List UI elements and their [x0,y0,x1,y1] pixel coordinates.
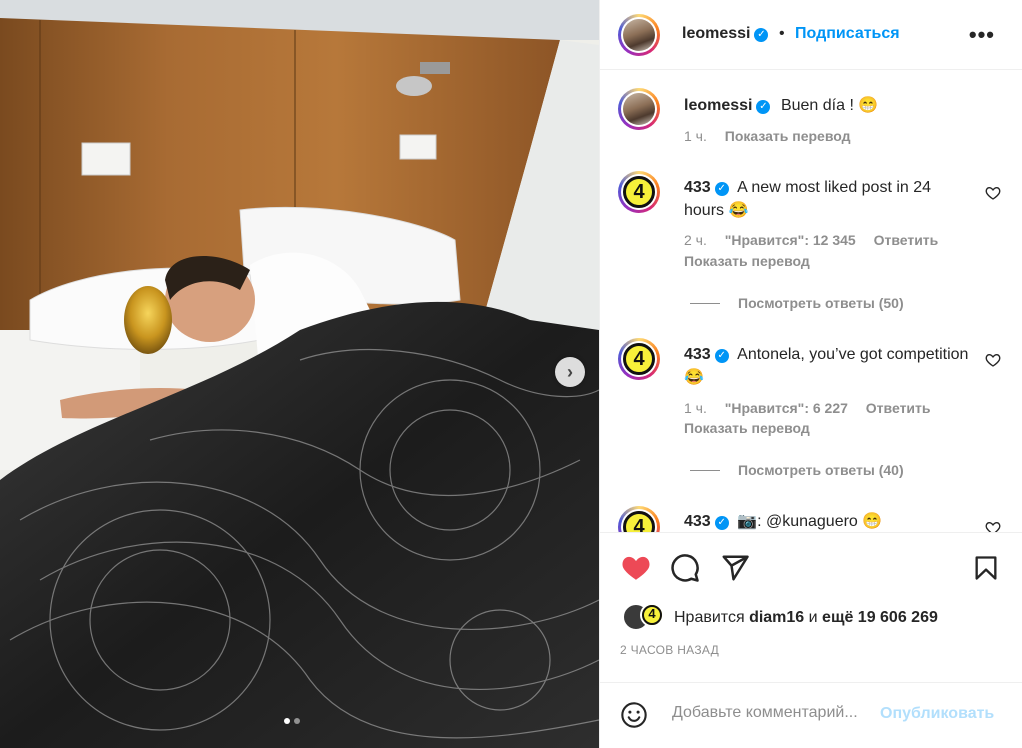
like-heart-icon[interactable] [620,553,652,581]
post-photo[interactable]: › [0,0,599,748]
comment: 433 ✓ Antonela, you’ve got competition 😂 [684,343,969,389]
comment: 433 ✓ 📷: @kunaguero 😁 [684,510,969,532]
comment-icon[interactable] [670,553,700,583]
view-replies-label: Посмотреть ответы (40) [738,462,904,478]
caption: leomessi ✓ Buen día ! 😁 [684,94,969,117]
carousel-dot [294,718,300,724]
comment-avatar[interactable]: 4 [618,506,660,532]
liker-username[interactable]: diam16 [749,609,804,626]
comment-reply-button[interactable]: Ответить [874,232,939,248]
comment-like-heart-icon[interactable] [985,185,1001,201]
comment-time: 1 ч. [684,400,707,416]
comment-likes-count[interactable]: "Нравится": 6 227 [725,400,848,416]
separator-dot: • [778,25,785,42]
comment-time: 2 ч. [684,232,707,248]
comment-translate-button[interactable]: Показать перевод [684,420,810,436]
author-line: leomessi ✓ • Подписаться [682,25,900,43]
liker-avatar[interactable]: 4 [640,603,664,627]
comment-text: 📷: @kunaguero 😁 [737,513,883,530]
post-header: leomessi ✓ • Подписаться ••• [600,0,1022,70]
view-replies-button[interactable]: Посмотреть ответы (50) [690,295,904,311]
post-actions: 4 Нравится diam16 и ещё 19 606 269 2 ЧАС… [600,532,1022,682]
comment-author[interactable]: 433 [684,179,711,196]
likes-and: и [808,609,818,626]
add-comment-bar: Опубликовать [600,682,1022,748]
verified-badge-icon: ✓ [714,349,729,363]
more-options-icon[interactable]: ••• [969,22,995,48]
comment-author[interactable]: 433 [684,513,711,530]
share-send-icon[interactable] [720,553,750,583]
caption-text: Buen día ! 😁 [780,97,879,114]
post-side-panel: leomessi ✓ • Подписаться ••• leomessi ✓ Bu… [599,0,1022,748]
comment-like-heart-icon[interactable] [985,352,1001,368]
comment-avatar[interactable]: 4 [618,171,660,213]
comment-author[interactable]: 433 [684,346,711,363]
caption-translate-button[interactable]: Показать перевод [725,128,851,144]
publish-button[interactable]: Опубликовать [880,705,994,723]
sleeping-player-photo [0,0,599,748]
caption-author[interactable]: leomessi [684,97,752,114]
verified-badge-icon: ✓ [714,182,729,196]
caption-meta: 1 ч. Показать перевод [684,128,851,144]
verified-badge-icon: ✓ [756,100,771,114]
post-timestamp[interactable]: 2 ЧАСОВ НАЗАД [620,643,719,657]
comment-likes-count[interactable]: "Нравится": 12 345 [725,232,856,248]
comments-list[interactable]: leomessi ✓ Buen día ! 😁 1 ч. Показать пер… [600,70,1022,532]
comment-reply-button[interactable]: Ответить [866,400,931,416]
likes-prefix: Нравится [674,609,745,626]
likes-summary: Нравится diam16 и ещё 19 606 269 [674,609,938,627]
replies-line [690,303,720,304]
comment: 433 ✓ A new most liked post in 24 hours 😂 [684,176,969,222]
caption-time: 1 ч. [684,128,707,144]
save-bookmark-icon[interactable] [972,553,1000,583]
author-avatar[interactable] [618,14,660,56]
likes-count-button[interactable]: ещё 19 606 269 [822,609,938,626]
verified-badge-icon: ✓ [714,516,729,530]
comment-meta: 2 ч. "Нравится": 12 345 Ответить [684,232,938,248]
carousel-dot-active [284,718,290,724]
follow-button[interactable]: Подписаться [795,25,900,42]
verified-badge-icon: ✓ [754,28,769,42]
view-replies-button[interactable]: Посмотреть ответы (40) [690,462,904,478]
comment-translate-button[interactable]: Показать перевод [684,253,810,269]
caption-author-avatar[interactable] [618,88,660,130]
comment-like-heart-icon[interactable] [985,520,1001,532]
carousel-next-button[interactable]: › [555,357,585,387]
comment-avatar[interactable]: 4 [618,338,660,380]
view-replies-label: Посмотреть ответы (50) [738,295,904,311]
emoji-icon[interactable] [620,701,648,729]
replies-line [690,470,720,471]
comment-meta: 1 ч. "Нравится": 6 227 Ответить [684,400,931,416]
author-username[interactable]: leomessi [682,25,750,42]
add-comment-input[interactable] [670,703,879,723]
